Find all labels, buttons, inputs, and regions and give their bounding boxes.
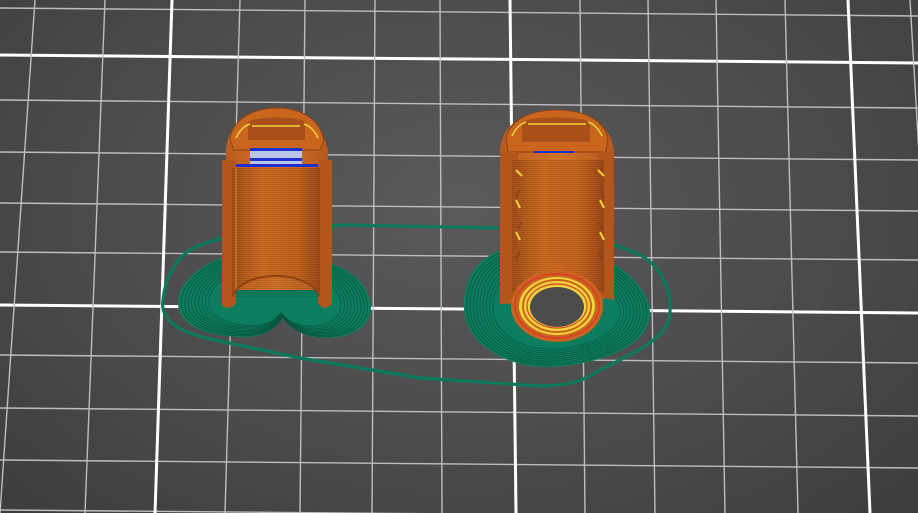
grid-line: [371, 0, 376, 513]
grid-line: [647, 0, 656, 513]
part-right: [500, 109, 614, 342]
grid-line: [715, 0, 726, 513]
grid-line: [0, 202, 918, 212]
grid-line: [0, 0, 36, 513]
grid-line: [784, 0, 799, 513]
build-plate-grid: [0, 0, 918, 513]
gcode-preview-canvas[interactable]: [0, 0, 918, 513]
grid-line: [0, 151, 918, 161]
grid-line: [0, 354, 918, 364]
part-left: [222, 107, 332, 308]
grid-line: [846, 0, 872, 513]
grid-line: [909, 0, 918, 149]
grid-line: [0, 53, 918, 65]
grid-line: [0, 7, 918, 17]
grid-line: [84, 0, 106, 513]
grid-line: [0, 303, 918, 315]
grid-line: [153, 0, 174, 513]
3d-preview-viewport[interactable]: [0, 0, 918, 513]
grid-line: [0, 407, 918, 417]
grid-line: [0, 459, 918, 469]
grid-line: [0, 99, 918, 109]
grid-line: [0, 251, 918, 261]
